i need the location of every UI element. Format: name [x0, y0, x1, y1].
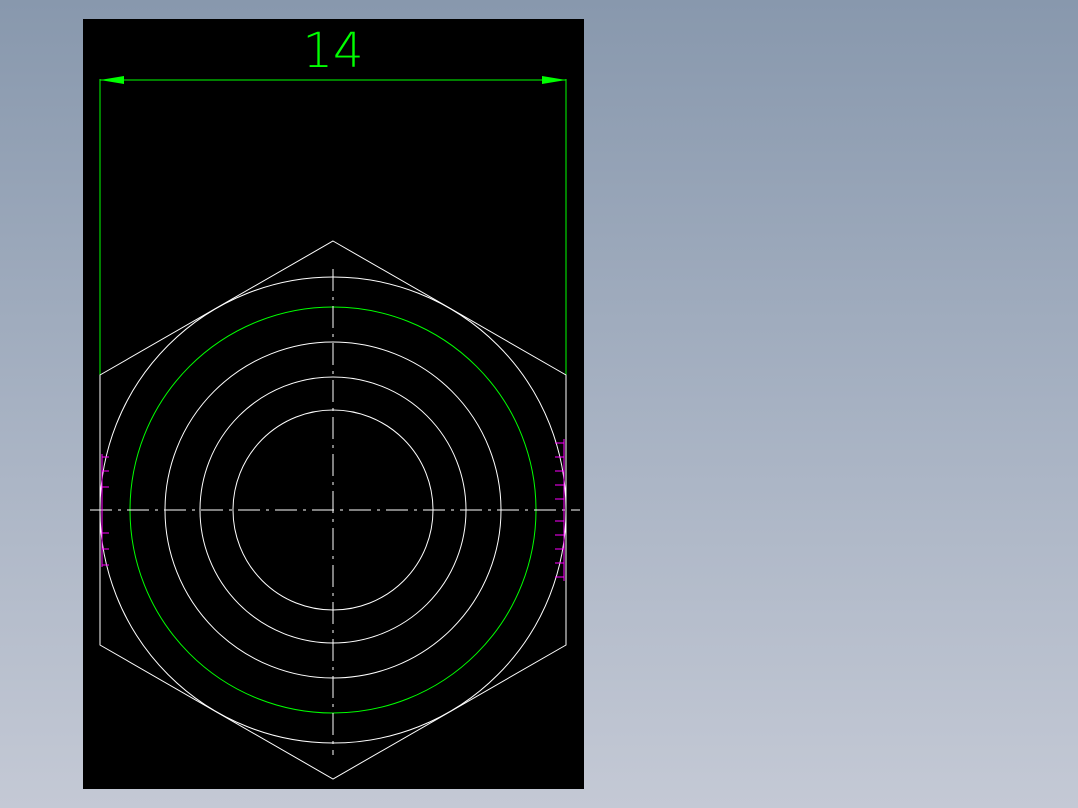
dimension-value: 14: [302, 23, 363, 79]
dimension-arrow-right-icon: [542, 76, 566, 84]
cad-viewport[interactable]: 14: [83, 19, 584, 789]
dimension-arrow-left-icon: [100, 76, 124, 84]
hex-nut-top-view: 14: [90, 23, 580, 780]
